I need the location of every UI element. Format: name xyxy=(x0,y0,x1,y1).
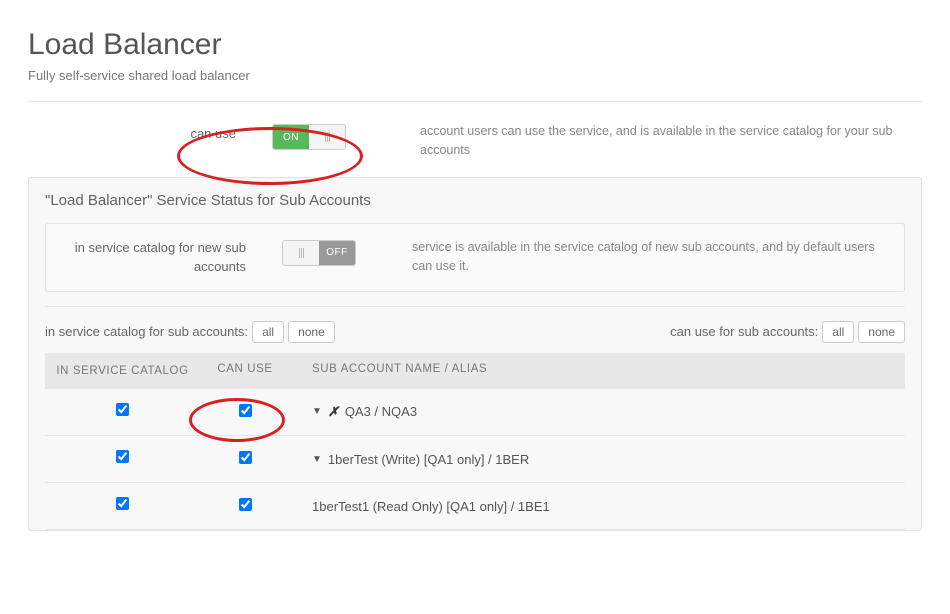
caret-down-icon[interactable]: ▼ xyxy=(312,406,322,417)
canuse-none-button[interactable]: none xyxy=(858,321,905,343)
sub-account-name: 1berTest1 (Read Only) [QA1 only] / 1BE1 xyxy=(312,499,550,514)
toggle-on-text: ON xyxy=(273,125,309,149)
can-use-description: account users can use the service, and i… xyxy=(412,122,918,161)
can-use-label: can use xyxy=(32,122,272,141)
filter-right-label: can use for sub accounts: xyxy=(670,324,818,339)
canuse-all-button[interactable]: all xyxy=(822,321,854,343)
caret-down-icon[interactable]: ▼ xyxy=(312,454,322,465)
col-name: SUB ACCOUNT NAME / ALIAS xyxy=(300,363,895,379)
sub-account-name: QA3 / NQA3 xyxy=(345,404,417,419)
can-use-checkbox[interactable] xyxy=(239,404,252,417)
new-sub-label: in service catalog for new sub accounts xyxy=(62,238,282,277)
col-in-catalog: IN SERVICE CATALOG xyxy=(55,363,190,379)
table-row: ▼ ✗ QA3 / NQA3 xyxy=(45,389,905,436)
table-header: IN SERVICE CATALOG CAN USE SUB ACCOUNT N… xyxy=(45,353,905,389)
col-can-use: CAN USE xyxy=(190,363,300,379)
x-icon: ✗ xyxy=(328,404,339,420)
divider xyxy=(28,101,922,102)
sub-account-cell: ▼ ✗ QA3 / NQA3 xyxy=(300,404,895,420)
new-sub-toggle[interactable]: OFF xyxy=(282,240,356,266)
sub-account-name: 1berTest (Write) [QA1 only] / 1BER xyxy=(328,452,529,467)
sub-accounts-panel: "Load Balancer" Service Status for Sub A… xyxy=(28,177,922,532)
new-sub-row: in service catalog for new sub accounts … xyxy=(45,223,905,292)
can-use-row: can use ON account users can use the ser… xyxy=(28,114,922,177)
new-sub-description: service is available in the service cata… xyxy=(412,238,888,277)
panel-title: "Load Balancer" Service Status for Sub A… xyxy=(45,192,905,209)
toggle-off-text: OFF xyxy=(319,241,355,265)
divider xyxy=(45,306,905,307)
sub-account-cell: ▼ 1berTest (Write) [QA1 only] / 1BER xyxy=(300,452,895,467)
can-use-toggle[interactable]: ON xyxy=(272,124,346,150)
catalog-all-button[interactable]: all xyxy=(252,321,284,343)
catalog-none-button[interactable]: none xyxy=(288,321,335,343)
table-row: ▼ 1berTest (Write) [QA1 only] / 1BER xyxy=(45,436,905,483)
in-catalog-checkbox[interactable] xyxy=(116,403,129,416)
in-catalog-checkbox[interactable] xyxy=(116,450,129,463)
sub-account-cell: 1berTest1 (Read Only) [QA1 only] / 1BE1 xyxy=(300,499,895,514)
table-row: 1berTest1 (Read Only) [QA1 only] / 1BE1 xyxy=(45,483,905,530)
table-body[interactable]: ▼ ✗ QA3 / NQA3 ▼ 1berTest (Write) [QA1 only]… xyxy=(45,389,905,531)
in-catalog-checkbox[interactable] xyxy=(116,497,129,510)
filter-row: in service catalog for sub accounts: all… xyxy=(45,321,905,343)
filter-left-label: in service catalog for sub accounts: xyxy=(45,324,248,339)
page-subtitle: Fully self-service shared load balancer xyxy=(28,68,922,83)
sub-accounts-table: IN SERVICE CATALOG CAN USE SUB ACCOUNT N… xyxy=(45,353,905,531)
page-title: Load Balancer xyxy=(28,28,922,62)
can-use-checkbox[interactable] xyxy=(239,498,252,511)
can-use-checkbox[interactable] xyxy=(239,451,252,464)
toggle-grip-icon xyxy=(309,125,345,149)
toggle-grip-icon xyxy=(283,241,319,265)
